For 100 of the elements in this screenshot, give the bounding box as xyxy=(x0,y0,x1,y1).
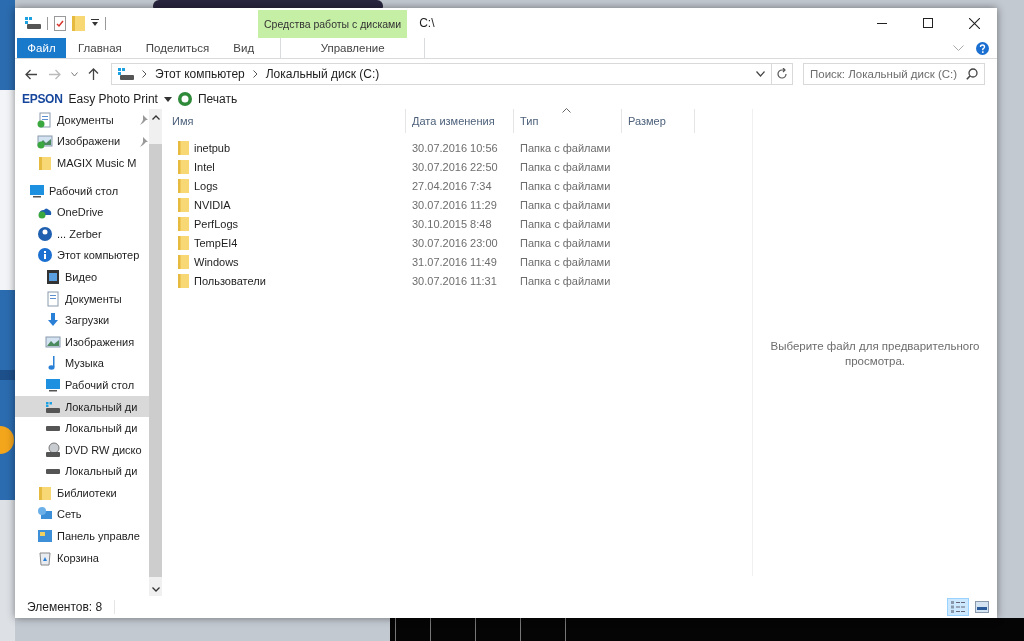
file-name[interactable]: PerfLogs xyxy=(194,217,239,230)
table-cell-text: Папка с файлами xyxy=(519,160,612,173)
epson-logo: EPSON xyxy=(22,92,63,106)
nav-item[interactable]: Этот компьютер xyxy=(15,244,149,267)
document-icon xyxy=(45,290,61,307)
table-cell-text: Папка с файлами xyxy=(519,179,612,192)
details-icon xyxy=(950,600,966,614)
trash-icon xyxy=(37,549,53,566)
file-name[interactable]: TempEI4 xyxy=(194,236,238,249)
pin-icon[interactable] xyxy=(138,136,148,147)
picture-icon xyxy=(37,133,53,150)
context-tab-header: Средства работы с дисками xyxy=(258,10,408,38)
folder-icon xyxy=(178,235,189,250)
folder-icon xyxy=(178,197,189,212)
chevron-down-icon[interactable] xyxy=(756,71,765,77)
table-cell-text: Папка с файлами xyxy=(519,255,612,268)
nav-item[interactable]: Документы xyxy=(15,109,149,131)
breadcrumb[interactable]: Этот компьютер xyxy=(155,67,245,81)
print-icon[interactable] xyxy=(177,92,192,106)
drive-icon xyxy=(45,467,61,475)
nav-item[interactable]: DVD RW диско xyxy=(15,438,149,461)
folder-icon xyxy=(178,216,189,231)
nav-item[interactable]: Загрузки xyxy=(15,309,149,331)
app-name[interactable]: Easy Photo Print xyxy=(68,92,158,106)
print-link[interactable]: Печать xyxy=(197,92,238,106)
chevron-down-icon[interactable] xyxy=(151,587,160,592)
document-icon xyxy=(37,111,53,128)
details-view-button[interactable] xyxy=(947,598,969,616)
monitor-icon xyxy=(29,182,45,199)
nav-item[interactable]: Видео xyxy=(15,266,149,288)
ribbon-tab[interactable]: Управление xyxy=(280,38,426,58)
table-cell-text: Папка с файлами xyxy=(519,198,612,211)
nav-item[interactable]: Локальный ди xyxy=(15,460,149,483)
nav-item[interactable]: Локальный ди xyxy=(15,417,149,439)
refresh-button[interactable] xyxy=(771,63,793,85)
ribbon-tab[interactable]: Файл xyxy=(17,38,66,58)
table-cell-text: 27.04.2016 7:34 xyxy=(411,179,493,192)
nav-item[interactable]: Изображения xyxy=(15,330,149,353)
nav-item[interactable]: Библиотеки xyxy=(15,482,149,504)
ribbon-tab[interactable]: Поделиться xyxy=(133,38,222,58)
search-icon xyxy=(966,68,978,80)
nav-item[interactable]: Изображени xyxy=(15,130,149,153)
ribbon-tab[interactable]: Главная xyxy=(66,38,134,58)
item-count: Элементов: 8 xyxy=(27,600,103,614)
table-cell-text: Папка с файлами xyxy=(519,217,612,230)
column-header[interactable]: Имя xyxy=(166,109,406,133)
file-name[interactable]: Logs xyxy=(194,179,218,192)
search-field[interactable]: Поиск: Локальный диск (C:) xyxy=(803,63,985,85)
column-header[interactable]: Размер xyxy=(622,109,695,133)
drive-icon xyxy=(45,424,61,432)
column-header[interactable]: Тип xyxy=(514,109,622,133)
folder-icon xyxy=(178,178,189,193)
back-arrow-icon[interactable] xyxy=(25,68,38,80)
nav-item[interactable]: Сеть xyxy=(15,503,149,526)
folder-icon xyxy=(178,273,189,288)
file-name[interactable]: Пользователи xyxy=(194,274,266,287)
folder-icon xyxy=(178,159,189,174)
table-cell-text: 30.07.2016 11:29 xyxy=(411,198,498,211)
nav-item[interactable]: OneDrive xyxy=(15,201,149,223)
nav-item[interactable]: Локальный ди xyxy=(15,395,149,418)
person-circle-icon xyxy=(37,225,53,242)
nav-item[interactable]: Рабочий стол xyxy=(15,374,149,396)
nav-item[interactable]: MAGIX Music M xyxy=(15,152,149,174)
table-cell-text: 31.07.2016 11:49 xyxy=(411,255,498,268)
nav-item[interactable]: ... Zerber xyxy=(15,222,149,245)
monitor-icon xyxy=(45,376,61,393)
chevron-up-icon[interactable] xyxy=(151,115,160,120)
nav-item[interactable]: Корзина xyxy=(15,546,149,569)
close-icon xyxy=(968,17,980,29)
maximize-icon xyxy=(923,18,933,28)
file-name[interactable]: Windows xyxy=(194,255,239,268)
table-cell-text: Папка с файлами xyxy=(519,141,612,154)
help-icon[interactable] xyxy=(976,41,989,55)
window-title: C:\ xyxy=(419,15,435,32)
file-name[interactable]: Intel xyxy=(194,160,215,173)
breadcrumb[interactable]: Локальный диск (C:) xyxy=(265,67,380,81)
up-arrow-icon[interactable] xyxy=(88,67,99,81)
nav-item[interactable]: Панель управле xyxy=(15,525,149,547)
disc-drive-icon xyxy=(45,441,61,458)
chevron-right-icon xyxy=(142,70,147,78)
film-icon xyxy=(45,268,61,285)
drive-icon xyxy=(118,68,134,80)
file-name[interactable]: NVIDIA xyxy=(194,198,231,211)
folder-icon xyxy=(37,484,53,501)
address-bar[interactable]: Этот компьютер Локальный диск (C:) xyxy=(111,63,772,85)
caret-icon[interactable] xyxy=(91,19,99,27)
nav-item[interactable]: Музыка xyxy=(15,352,149,375)
drive-icon[interactable] xyxy=(25,17,41,29)
table-cell-text: Папка с файлами xyxy=(519,274,612,287)
panel-icon xyxy=(37,528,53,545)
column-header[interactable]: Дата изменения xyxy=(406,109,514,133)
checklist-icon[interactable] xyxy=(54,15,66,31)
nav-item[interactable]: Документы xyxy=(15,287,149,310)
table-cell-text: 30.07.2016 22:50 xyxy=(411,160,499,173)
picture-icon xyxy=(45,333,61,350)
nav-item[interactable]: Рабочий стол xyxy=(15,179,149,202)
file-name[interactable]: inetpub xyxy=(194,141,231,154)
caret-icon[interactable] xyxy=(163,96,172,102)
ribbon-tab[interactable]: Вид xyxy=(221,38,267,58)
table-cell-text: 30.10.2015 8:48 xyxy=(411,217,493,230)
